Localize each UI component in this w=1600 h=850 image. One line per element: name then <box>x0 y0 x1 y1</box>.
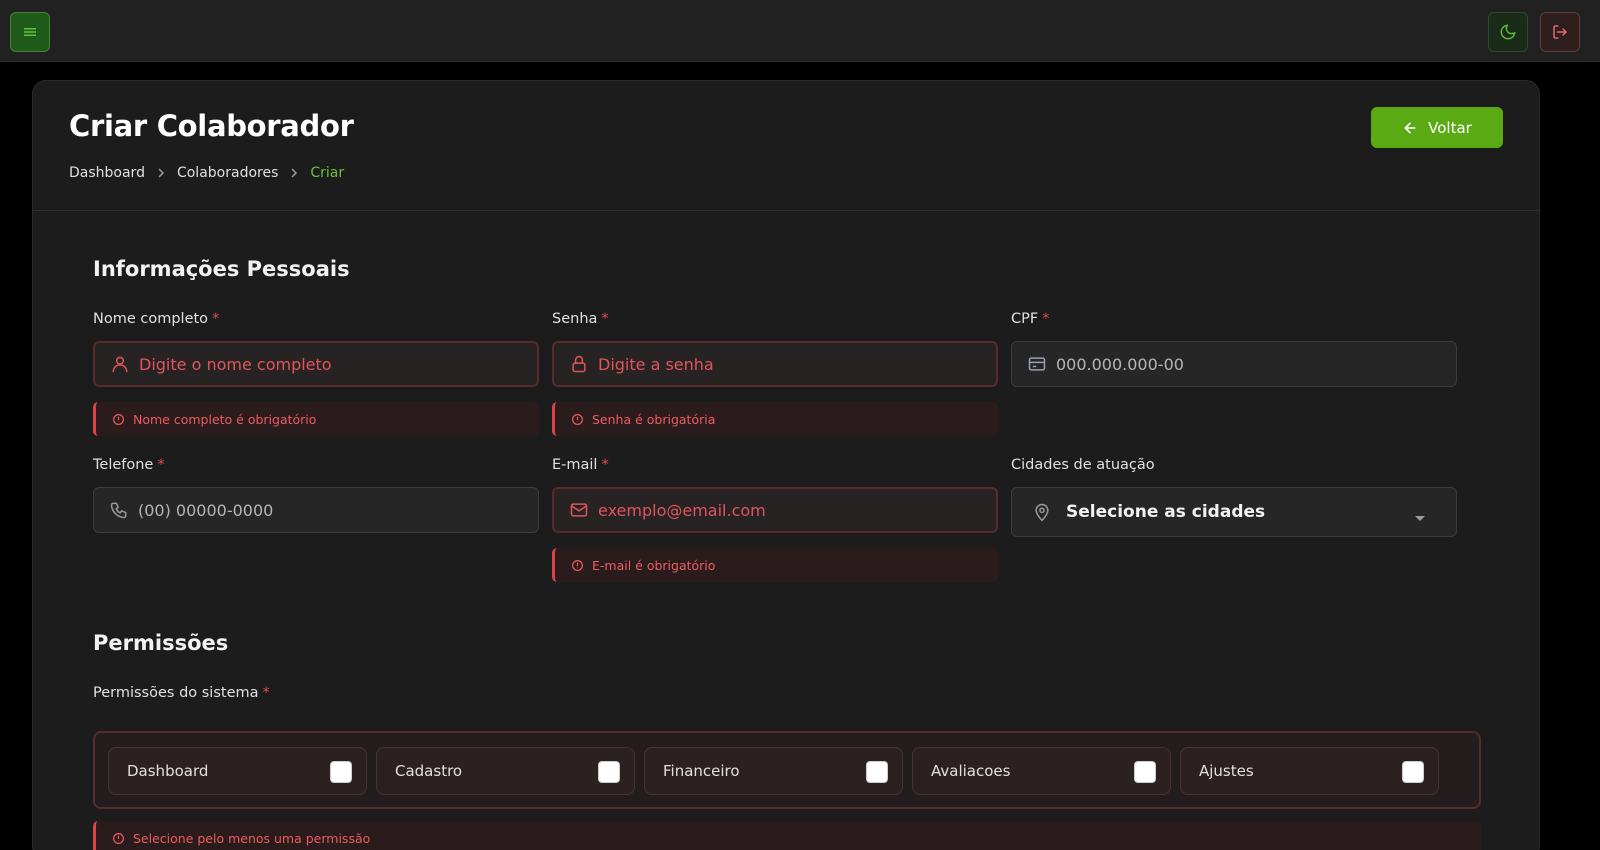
alert-circle-icon <box>113 413 124 425</box>
permission-label: Ajustes <box>1199 762 1254 780</box>
password-placeholder: Digite a senha <box>598 354 714 374</box>
permission-label: Avaliacoes <box>931 762 1011 780</box>
alert-circle-icon <box>113 832 124 844</box>
permissions-group: Dashboard Cadastro Financeiro Avaliacoes… <box>93 731 1481 809</box>
section-title-permissions: Permissões <box>93 631 229 655</box>
alert-circle-icon <box>572 413 583 425</box>
name-label: Nome completo * <box>93 311 219 327</box>
required-mark: * <box>601 311 609 327</box>
breadcrumb-colaboradores[interactable]: Colaboradores <box>177 165 278 181</box>
permissions-error-text: Selecione pelo menos uma permissão <box>133 830 371 846</box>
top-bar <box>0 0 1600 62</box>
permission-checkbox[interactable] <box>598 761 620 783</box>
required-mark: * <box>262 685 270 701</box>
permission-financeiro[interactable]: Financeiro <box>644 747 903 795</box>
permission-checkbox[interactable] <box>866 761 888 783</box>
cpf-placeholder: 000.000.000-00 <box>1056 354 1184 374</box>
alert-circle-icon <box>572 559 583 571</box>
required-mark: * <box>157 457 165 473</box>
back-button-label: Voltar <box>1428 118 1472 137</box>
breadcrumb: Dashboard Colaboradores Criar <box>69 165 344 181</box>
permissions-error: Selecione pelo menos uma permissão <box>93 821 1481 850</box>
permission-ajustes[interactable]: Ajustes <box>1180 747 1439 795</box>
name-placeholder: Digite o nome completo <box>139 354 332 374</box>
logout-icon <box>1553 25 1567 39</box>
permissions-label: Permissões do sistema * <box>93 685 270 701</box>
permission-checkbox[interactable] <box>1134 761 1156 783</box>
cities-label: Cidades de atuação <box>1011 457 1155 473</box>
chevron-right-icon <box>157 167 165 179</box>
back-button[interactable]: Voltar <box>1371 107 1503 148</box>
cities-placeholder: Selecione as cidades <box>1066 502 1266 522</box>
menu-button[interactable] <box>10 12 50 52</box>
name-error-text: Nome completo é obrigatório <box>133 411 317 427</box>
section-title-personal: Informações Pessoais <box>93 257 350 281</box>
email-error: E-mail é obrigatório <box>552 548 998 582</box>
permission-checkbox[interactable] <box>330 761 352 783</box>
required-mark: * <box>1042 311 1050 327</box>
map-pin-icon <box>1032 501 1054 523</box>
cities-select[interactable]: Selecione as cidades <box>1011 487 1457 537</box>
phone-label: Telefone * <box>93 457 165 473</box>
name-error: Nome completo é obrigatório <box>93 402 539 436</box>
hamburger-icon <box>24 28 36 36</box>
page-container: Criar Colaborador Dashboard Colaboradore… <box>6 62 1568 850</box>
password-error-text: Senha é obrigatória <box>592 411 716 427</box>
permission-label: Financeiro <box>663 762 740 780</box>
chevron-down-icon <box>1414 508 1426 528</box>
permission-checkbox[interactable] <box>1402 761 1424 783</box>
form-card: Criar Colaborador Dashboard Colaboradore… <box>32 80 1540 850</box>
permission-cadastro[interactable]: Cadastro <box>376 747 635 795</box>
email-label-text: E-mail <box>552 457 598 473</box>
logout-button[interactable] <box>1540 12 1580 52</box>
cpf-label-text: CPF <box>1011 311 1039 327</box>
required-mark: * <box>601 457 609 473</box>
permission-label: Cadastro <box>395 762 463 780</box>
cpf-input[interactable]: 000.000.000-00 <box>1011 341 1457 387</box>
phone-placeholder: (00) 00000-0000 <box>138 500 274 520</box>
page-title: Criar Colaborador <box>69 109 354 143</box>
lock-icon <box>568 353 590 375</box>
cities-label-text: Cidades de atuação <box>1011 457 1155 473</box>
name-label-text: Nome completo <box>93 311 209 327</box>
required-mark: * <box>212 311 220 327</box>
cpf-label: CPF * <box>1011 311 1049 327</box>
permissions-label-text: Permissões do sistema <box>93 685 259 701</box>
email-error-text: E-mail é obrigatório <box>592 557 716 573</box>
password-input[interactable]: Digite a senha <box>552 341 998 387</box>
chevron-right-icon <box>290 167 298 179</box>
theme-toggle-button[interactable] <box>1488 12 1528 52</box>
password-label-text: Senha <box>552 311 598 327</box>
permission-label: Dashboard <box>127 762 209 780</box>
moon-icon <box>1500 24 1516 40</box>
phone-label-text: Telefone <box>93 457 154 473</box>
name-input[interactable]: Digite o nome completo <box>93 341 539 387</box>
phone-icon <box>108 499 130 521</box>
password-label: Senha * <box>552 311 609 327</box>
phone-input[interactable]: (00) 00000-0000 <box>93 487 539 533</box>
card-header: Criar Colaborador Dashboard Colaboradore… <box>33 81 1539 211</box>
id-card-icon <box>1026 353 1048 375</box>
email-input[interactable]: exemplo@email.com <box>552 487 998 533</box>
permission-avaliacoes[interactable]: Avaliacoes <box>912 747 1171 795</box>
email-placeholder: exemplo@email.com <box>598 500 766 520</box>
email-label: E-mail * <box>552 457 609 473</box>
user-icon <box>109 353 131 375</box>
permission-dashboard[interactable]: Dashboard <box>108 747 367 795</box>
password-error: Senha é obrigatória <box>552 402 998 436</box>
mail-icon <box>568 499 590 521</box>
breadcrumb-current: Criar <box>310 165 345 181</box>
arrow-left-icon <box>1404 122 1416 133</box>
breadcrumb-dashboard[interactable]: Dashboard <box>69 165 145 181</box>
